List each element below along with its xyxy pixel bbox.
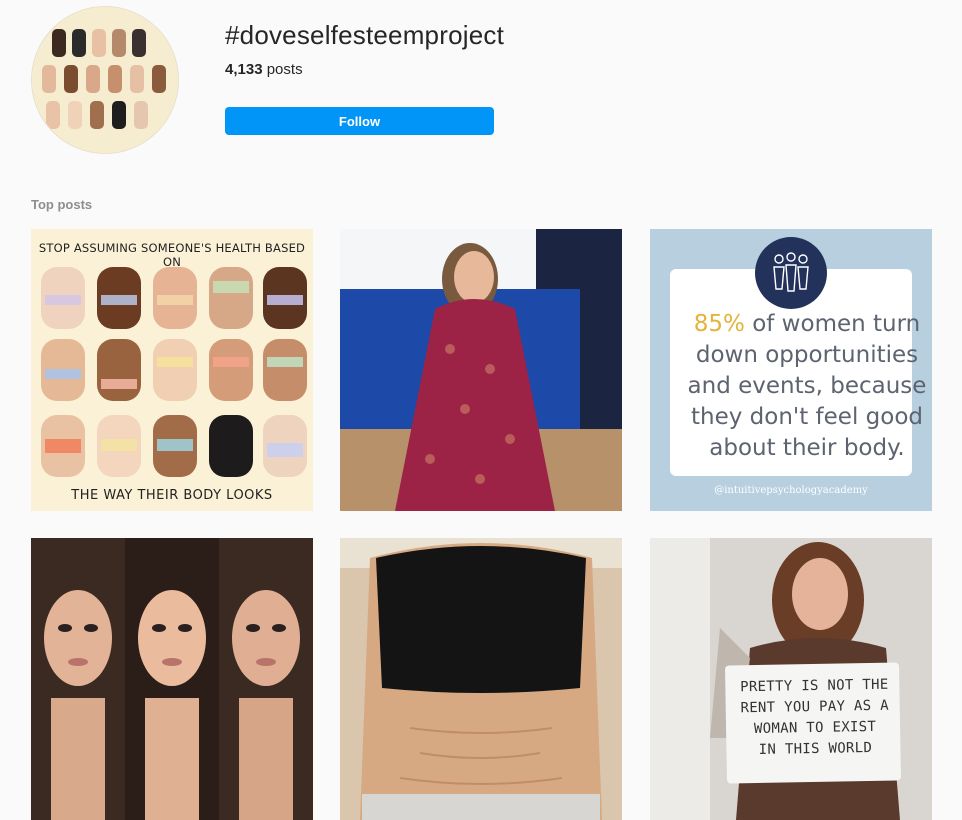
quote-line-5: about their body. (709, 435, 905, 461)
figures-badge-icon (755, 237, 827, 309)
protest-sign: PRETTY IS NOT THE RENT YOU PAY AS A WOMA… (724, 662, 902, 784)
quote-line-1: of women turn (744, 311, 921, 337)
quote-handle: @intuitivepsychologyacademy (714, 485, 868, 496)
quote-line-3: and events, because (687, 373, 927, 399)
body-illustration (41, 267, 307, 477)
quote-line-2: down opportunities (695, 342, 919, 368)
avatar-illustration (32, 7, 178, 153)
post-count: 4,133 posts (225, 61, 303, 78)
post-illustration-footer: THE WAY THEIR BODY LOOKS (71, 488, 273, 503)
sign-line-1: PRETTY IS NOT THE (740, 676, 889, 696)
follow-button[interactable]: Follow (225, 107, 494, 135)
post-tile-2[interactable] (340, 229, 622, 511)
post-count-value: 4,133 (225, 61, 263, 78)
hashtag-title: #doveselfesteemproject (225, 20, 504, 50)
post-tile-5[interactable] (340, 538, 622, 820)
post-photo (31, 538, 313, 820)
post-tile-6[interactable]: PRETTY IS NOT THE RENT YOU PAY AS A WOMA… (650, 538, 932, 820)
quote-line-4: they don't feel good (690, 404, 923, 430)
sign-line-4: IN THIS WORLD (758, 739, 873, 758)
top-posts-heading: Top posts (31, 197, 93, 212)
post-tile-1[interactable]: STOP ASSUMING SOMEONE'S HEALTH BASED ON (31, 229, 313, 511)
quote-percent: 85% (693, 311, 745, 337)
sign-text: PRETTY IS NOT THE RENT YOU PAY AS A WOMA… (733, 675, 896, 762)
sign-line-2: RENT YOU PAY AS A (740, 697, 890, 717)
hashtag-avatar (31, 6, 179, 154)
post-tile-3[interactable]: 85% of women turn down opportunities and… (650, 229, 932, 511)
sign-line-3: WOMAN TO EXIST (753, 718, 877, 738)
quote-text: 85% of women turn down opportunities and… (674, 309, 932, 464)
post-count-label: posts (262, 61, 303, 78)
post-tile-4[interactable] (31, 538, 313, 820)
post-photo (340, 229, 622, 511)
post-photo (340, 538, 622, 820)
